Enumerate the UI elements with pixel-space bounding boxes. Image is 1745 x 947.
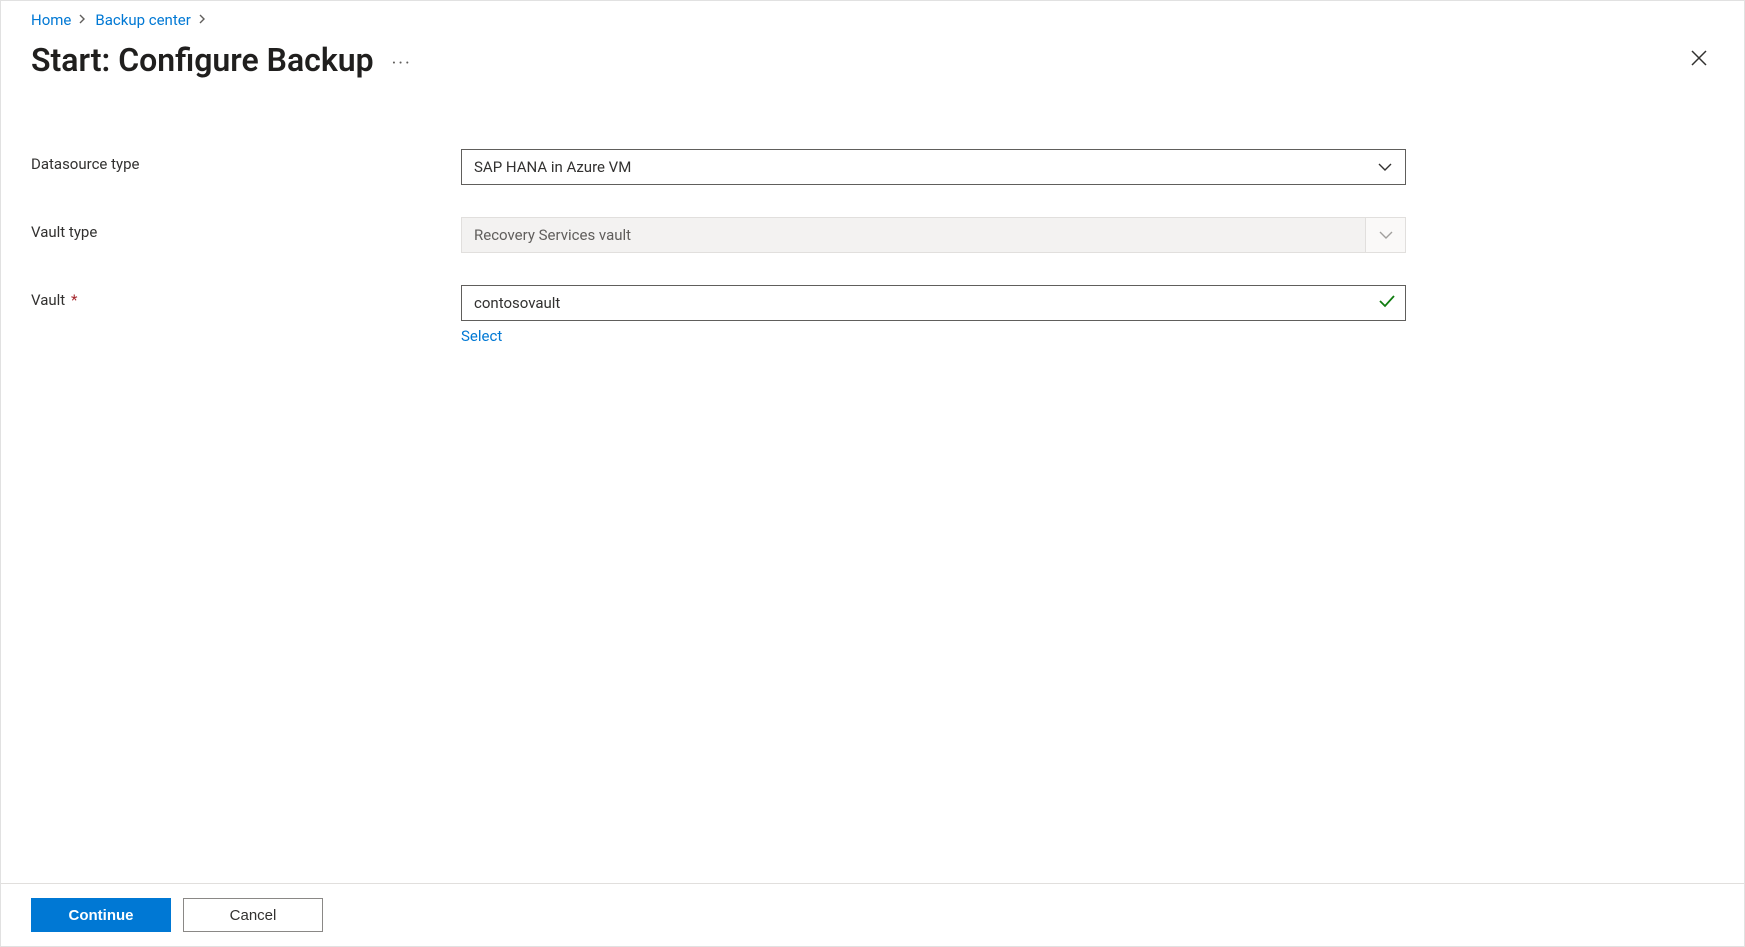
footer-actions: Continue Cancel <box>1 883 1744 946</box>
chevron-right-icon <box>199 13 207 28</box>
vault-label: Vault * <box>31 285 461 309</box>
vault-type-value: Recovery Services vault <box>474 226 631 244</box>
vault-row: Vault * contosovault Select <box>31 285 1431 345</box>
close-icon <box>1690 49 1708 67</box>
breadcrumb-home-link[interactable]: Home <box>31 11 71 29</box>
chevron-down-icon <box>1365 218 1405 252</box>
required-indicator: * <box>71 291 77 309</box>
page-header: Start: Configure Backup ··· <box>31 41 1714 79</box>
vault-input[interactable]: contosovault <box>461 285 1406 321</box>
vault-value: contosovault <box>474 294 560 312</box>
datasource-type-select[interactable]: SAP HANA in Azure VM <box>461 149 1406 185</box>
vault-type-row: Vault type Recovery Services vault <box>31 217 1431 253</box>
breadcrumb-backup-center-link[interactable]: Backup center <box>95 11 190 29</box>
chevron-right-icon <box>79 13 87 28</box>
chevron-down-icon <box>1365 150 1405 184</box>
cancel-button[interactable]: Cancel <box>183 898 323 932</box>
close-button[interactable] <box>1684 43 1714 77</box>
datasource-type-row: Datasource type SAP HANA in Azure VM <box>31 149 1431 185</box>
more-actions-button[interactable]: ··· <box>392 47 412 74</box>
vault-type-label: Vault type <box>31 217 461 241</box>
select-vault-link[interactable]: Select <box>461 327 502 345</box>
continue-button[interactable]: Continue <box>31 898 171 932</box>
datasource-type-label: Datasource type <box>31 149 461 173</box>
vault-label-text: Vault <box>31 291 65 309</box>
checkmark-icon <box>1379 294 1395 312</box>
configure-backup-form: Datasource type SAP HANA in Azure VM Vau… <box>31 149 1431 345</box>
breadcrumb: Home Backup center <box>31 11 1714 29</box>
datasource-type-value: SAP HANA in Azure VM <box>474 158 631 176</box>
page-title: Start: Configure Backup <box>31 41 374 79</box>
vault-type-select: Recovery Services vault <box>461 217 1406 253</box>
